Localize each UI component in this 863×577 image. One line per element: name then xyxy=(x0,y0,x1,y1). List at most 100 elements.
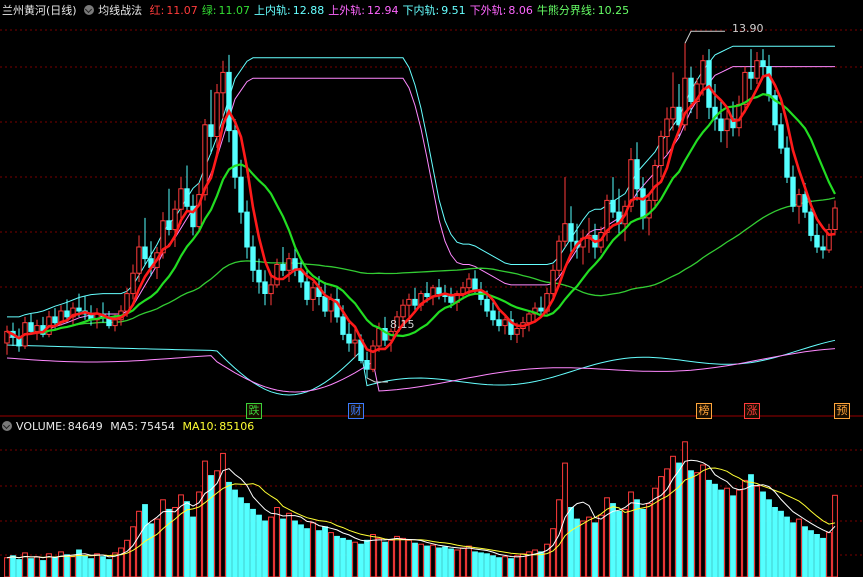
volume-bar xyxy=(592,522,598,577)
stock-chart-window: { "header": { "title": "兰州黄河(日线)", "indi… xyxy=(0,0,863,577)
volume-bar xyxy=(292,520,298,577)
candle-body xyxy=(130,272,136,295)
volume-bar xyxy=(550,528,556,577)
candle-body xyxy=(562,223,568,242)
volume-bar xyxy=(82,555,88,577)
volume-bar xyxy=(442,546,448,577)
candle-body xyxy=(370,345,376,370)
candle-body xyxy=(400,304,406,318)
candle-body xyxy=(796,194,802,207)
candle-body xyxy=(760,60,766,68)
volume-bar xyxy=(766,499,772,577)
volume-bar xyxy=(94,553,100,577)
volume-bar xyxy=(598,514,604,577)
volume-bar xyxy=(100,556,106,577)
candle-body xyxy=(256,269,262,283)
candle-body xyxy=(34,325,40,332)
candle-body xyxy=(802,194,808,213)
event-marker[interactable]: 榜 xyxy=(696,403,712,419)
volume-bar xyxy=(388,539,394,577)
candle-body xyxy=(742,71,748,105)
candle-body xyxy=(136,246,142,274)
volume-bar xyxy=(400,537,406,577)
volume-bar xyxy=(478,552,484,577)
candle-body xyxy=(52,316,58,324)
candle-body xyxy=(448,296,454,303)
candle-body xyxy=(352,339,358,344)
volume-bar xyxy=(742,479,748,577)
volume-bar xyxy=(820,537,826,577)
volume-bar xyxy=(784,516,790,577)
volume-bar xyxy=(268,516,274,577)
candle-body xyxy=(112,319,118,327)
volume-bar xyxy=(304,528,310,577)
candle-body xyxy=(364,360,370,370)
volume-bar xyxy=(412,542,418,577)
volume-bar xyxy=(262,520,268,577)
candle-body xyxy=(652,165,658,201)
event-marker[interactable]: 涨 xyxy=(744,403,760,419)
volume-bar xyxy=(646,503,652,577)
volume-bar xyxy=(310,522,316,577)
bull-bear-line xyxy=(6,197,836,339)
candle-body xyxy=(286,258,292,271)
volume-bar xyxy=(340,537,346,577)
volume-bar xyxy=(718,489,724,577)
candle-body xyxy=(754,60,760,79)
volume-bar xyxy=(190,516,196,577)
volume-bar xyxy=(202,460,208,577)
candle-body xyxy=(172,208,178,231)
event-marker[interactable]: 跌 xyxy=(246,403,262,419)
candle-body xyxy=(208,124,214,137)
volume-bar xyxy=(220,452,226,577)
volume-bar xyxy=(130,526,136,577)
candle-body xyxy=(778,124,784,149)
volume-bar xyxy=(760,491,766,577)
volume-bar xyxy=(346,539,352,577)
candle-body xyxy=(238,176,244,213)
event-marker[interactable]: 财 xyxy=(348,403,364,419)
candle-body xyxy=(280,264,286,271)
candle-body xyxy=(28,322,34,332)
volume-bar xyxy=(826,532,832,577)
candle-body xyxy=(706,60,712,108)
volume-bar xyxy=(196,491,202,577)
candle-body xyxy=(178,188,184,210)
candle-body xyxy=(634,159,640,190)
candle-body xyxy=(436,287,442,295)
volume-bar xyxy=(568,507,574,577)
volume-bar xyxy=(394,535,400,577)
volume-bar xyxy=(334,535,340,577)
volume-bar xyxy=(154,518,160,577)
volume-bar xyxy=(472,551,478,577)
low-price-label: 8.15 xyxy=(390,318,415,331)
volume-bar xyxy=(436,547,442,577)
candle-body xyxy=(490,310,496,321)
high-pointer xyxy=(684,30,725,44)
volume-bar xyxy=(382,541,388,577)
volume-bar xyxy=(688,470,694,577)
volume-bar xyxy=(538,551,544,577)
volume-bar xyxy=(520,553,526,577)
candle-body xyxy=(166,220,172,231)
candle-body xyxy=(670,106,676,120)
candle-body xyxy=(658,135,664,166)
volume-bar xyxy=(376,537,382,577)
volume-bar xyxy=(4,557,10,577)
candle-body xyxy=(310,287,316,300)
candle-body xyxy=(784,147,790,178)
candlestick-chart[interactable] xyxy=(0,0,863,577)
candle-body xyxy=(226,71,232,132)
candle-body xyxy=(526,313,532,324)
volume-bar xyxy=(244,503,250,577)
volume-bar xyxy=(28,558,34,577)
volume-bar xyxy=(124,539,130,577)
high-price-label: 13.90 xyxy=(732,22,764,35)
candle-body xyxy=(538,307,544,312)
candle-body xyxy=(214,92,220,138)
candle-body xyxy=(184,188,190,207)
volume-bar xyxy=(106,559,112,577)
volume-bar xyxy=(328,532,334,577)
event-marker[interactable]: 预 xyxy=(834,403,850,419)
volume-bar xyxy=(214,470,220,577)
